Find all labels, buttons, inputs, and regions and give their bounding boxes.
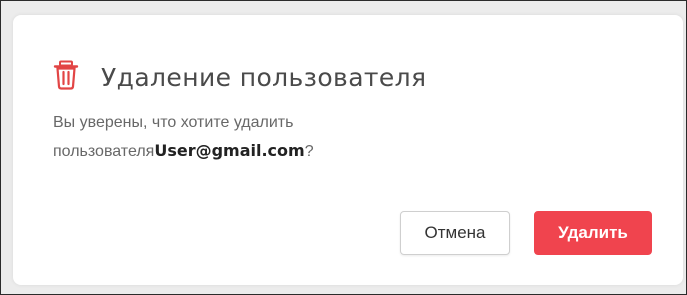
- trash-icon: [53, 60, 79, 90]
- cancel-button[interactable]: Отмена: [400, 211, 510, 255]
- user-email: User@gmail.com: [154, 141, 305, 160]
- dialog-actions: Отмена Удалить: [400, 211, 652, 255]
- delete-button[interactable]: Удалить: [534, 211, 652, 255]
- message-line-1: Вы уверены, что хотите удалить: [53, 114, 294, 131]
- screen-frame: Удаление пользователя Вы уверены, что хо…: [0, 0, 687, 295]
- dialog-message: Вы уверены, что хотите удалить пользоват…: [53, 109, 473, 166]
- dialog-header: Удаление пользователя: [53, 59, 426, 90]
- dialog-title: Удаление пользователя: [101, 63, 427, 92]
- message-line-2-prefix: пользователя: [53, 143, 155, 160]
- delete-user-dialog: Удаление пользователя Вы уверены, что хо…: [13, 15, 683, 285]
- message-suffix: ?: [304, 143, 314, 160]
